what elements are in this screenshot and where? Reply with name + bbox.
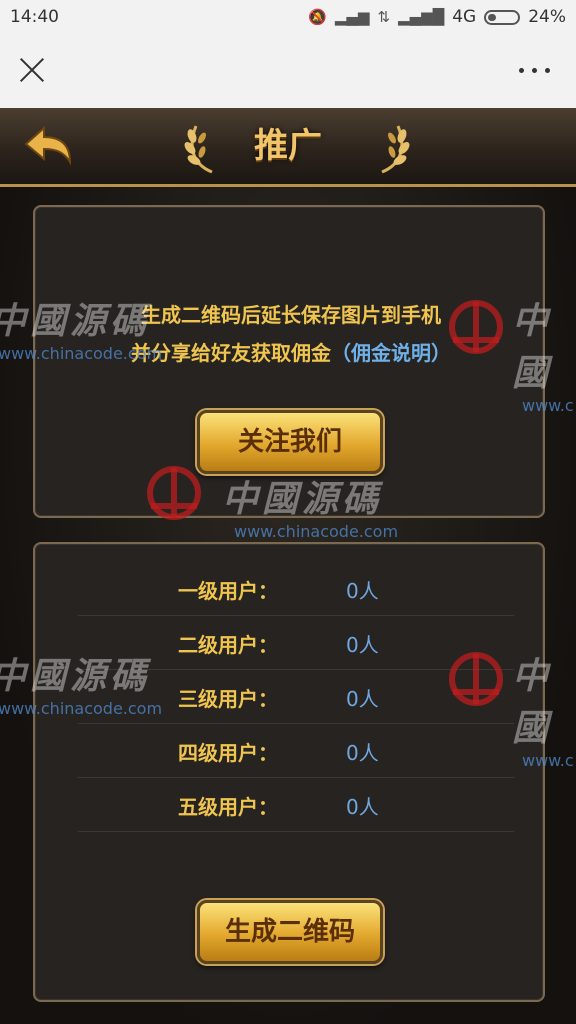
more-options-icon[interactable] (519, 68, 550, 73)
level-count: 0人 (346, 687, 379, 711)
watermark-logo-icon (449, 300, 503, 354)
level-row: 一级用户： 0人 (78, 561, 514, 616)
status-bar: 14:40 🔕 ▂▄▆ ⇅ ▂▄▆█ 4G 24% (0, 0, 576, 34)
network-type: 4G (452, 7, 477, 27)
level-count: 0人 (346, 741, 379, 765)
level-row: 四级用户： 0人 (78, 723, 514, 778)
laurel-right-icon (381, 125, 410, 174)
mute-bell-icon: 🔕 (308, 8, 327, 26)
status-time: 14:40 (10, 7, 59, 27)
level-count: 0人 (346, 795, 379, 819)
status-icons: 🔕 ▂▄▆ ⇅ ▂▄▆█ 4G 24% (308, 7, 566, 27)
level-label: 四级用户： (178, 741, 278, 765)
close-icon[interactable] (16, 54, 48, 86)
level-label: 二级用户： (178, 633, 278, 657)
promo-instruction-text: 并分享给好友获取佣金 (131, 341, 331, 365)
browser-toolbar (0, 34, 576, 109)
data-transfer-icon: ⇅ (377, 8, 391, 26)
signal-icon: ▂▄▆ (334, 8, 370, 26)
battery-percent: 24% (528, 7, 566, 27)
signal-strong-icon: ▂▄▆█ (398, 8, 445, 26)
watermark-logo-icon (147, 466, 201, 520)
follow-us-button[interactable]: 关注我们 (197, 410, 383, 474)
commission-info-link[interactable]: （佣金说明） (331, 341, 451, 365)
watermark-logo-icon (449, 652, 503, 706)
level-count: 0人 (346, 579, 379, 603)
level-count: 0人 (346, 633, 379, 657)
level-label: 五级用户： (178, 795, 278, 819)
battery-icon (484, 9, 521, 25)
level-label: 一级用户： (178, 579, 278, 603)
level-row: 五级用户： 0人 (78, 777, 514, 832)
level-label: 三级用户： (178, 687, 278, 711)
generate-qr-button[interactable]: 生成二维码 (197, 900, 383, 964)
game-header: 推广 (0, 108, 576, 187)
page-title: 推广 (254, 126, 322, 166)
